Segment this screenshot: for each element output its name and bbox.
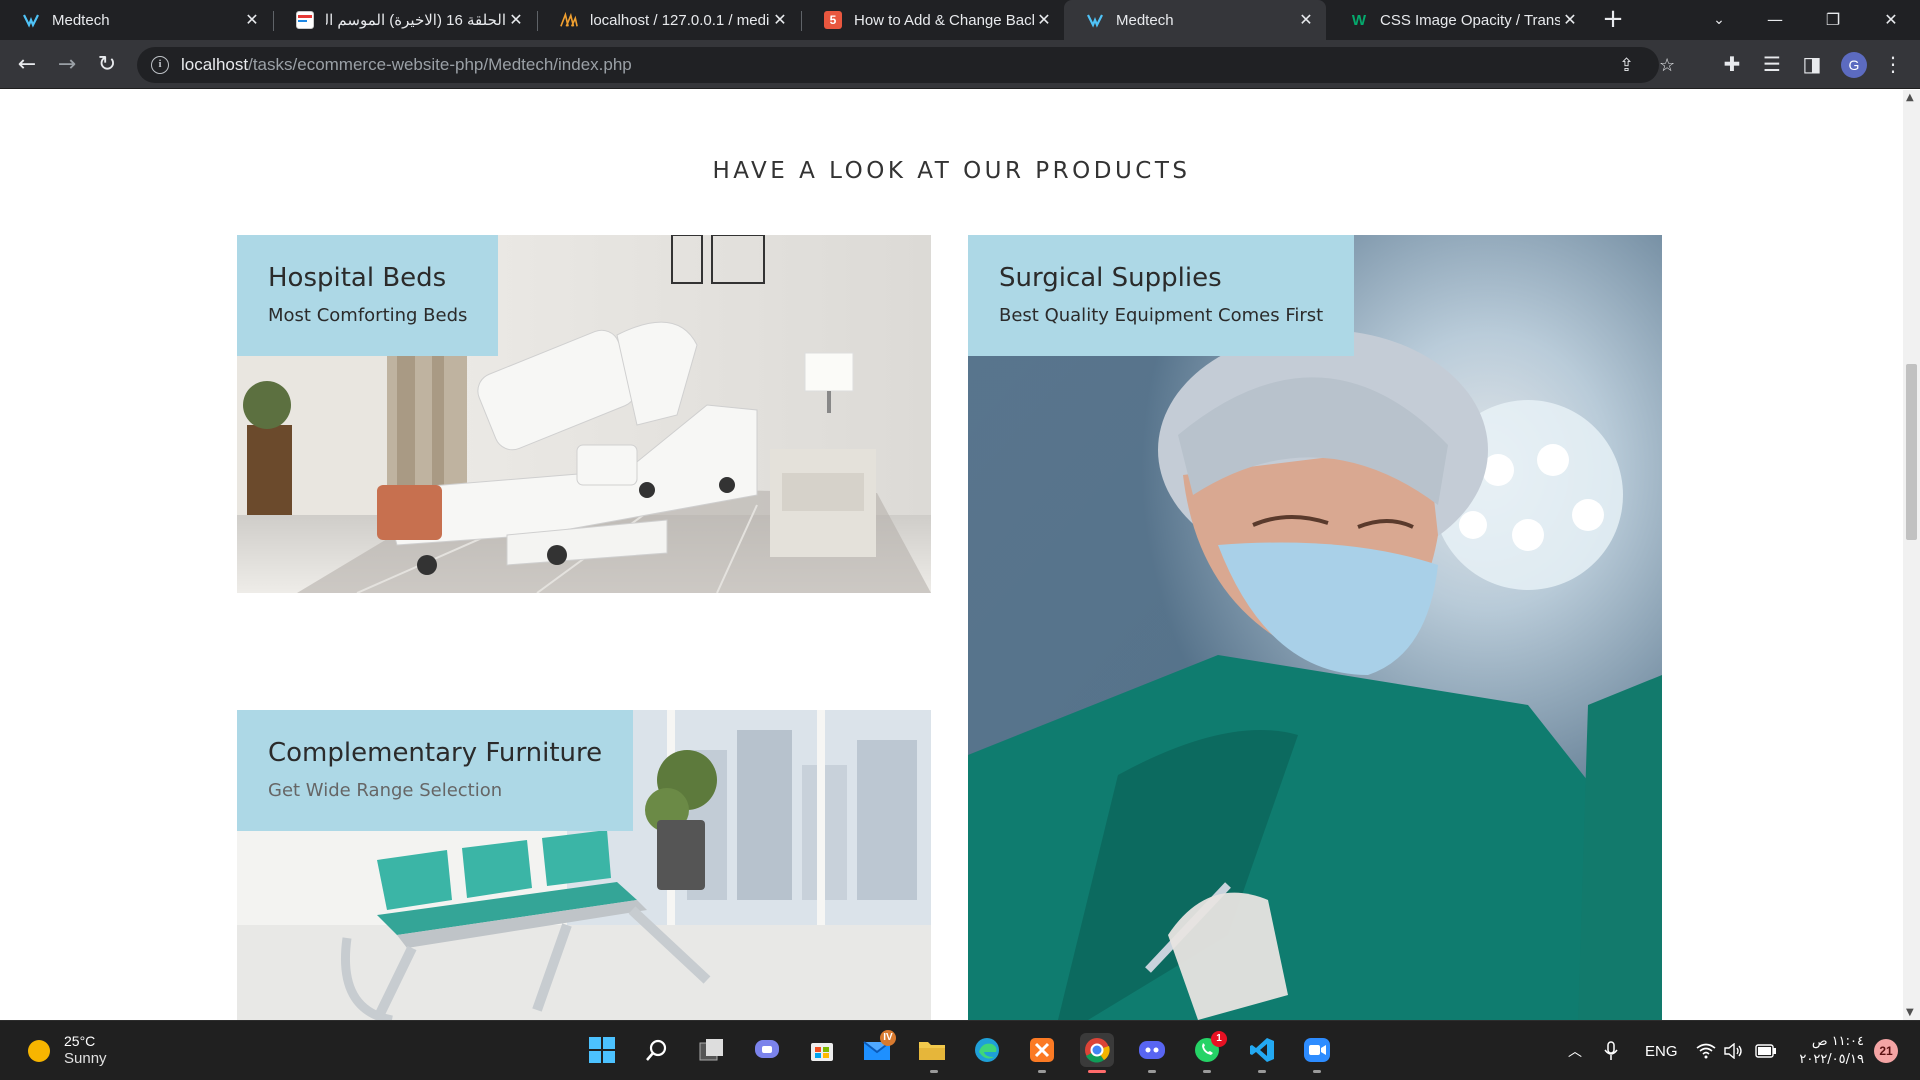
close-tab-icon[interactable]: ✕ xyxy=(506,10,526,30)
tab-medtech-active[interactable]: Medtech ✕ xyxy=(1064,0,1326,40)
battery-icon[interactable] xyxy=(1755,1021,1777,1080)
chrome-icon[interactable] xyxy=(1080,1033,1114,1067)
weather-widget[interactable]: 25°C Sunny xyxy=(28,1033,107,1068)
running-indicator xyxy=(1313,1070,1321,1073)
minimize-button[interactable]: — xyxy=(1746,0,1804,40)
edge-browser-icon[interactable] xyxy=(970,1033,1004,1067)
new-tab-button[interactable]: + xyxy=(1597,4,1629,36)
close-tab-icon[interactable]: ✕ xyxy=(1560,10,1580,30)
tab-how-to[interactable]: 5 How to Add & Change Back ✕ xyxy=(802,0,1064,40)
running-indicator xyxy=(1038,1070,1046,1073)
medtech-icon xyxy=(22,11,40,29)
tab-video[interactable]: الحلقة 16 (الاخيرة) الموسم الثا ✕ xyxy=(274,0,536,40)
tab-phpmyadmin[interactable]: localhost / 127.0.0.1 / medi ✕ xyxy=(538,0,800,40)
active-indicator xyxy=(1088,1070,1106,1073)
reload-button[interactable]: ↻ xyxy=(90,48,124,82)
tab-title: الحلقة 16 (الاخيرة) الموسم الثا xyxy=(326,12,506,29)
wifi-icon[interactable] xyxy=(1696,1021,1716,1080)
search-icon[interactable] xyxy=(640,1033,674,1067)
tab-title: CSS Image Opacity / Transp xyxy=(1380,11,1560,29)
video-site-icon xyxy=(296,11,314,29)
tab-w3schools[interactable]: W CSS Image Opacity / Transp ✕ xyxy=(1328,0,1590,40)
vscode-icon[interactable] xyxy=(1245,1033,1279,1067)
tab-search-chevron-icon[interactable]: ⌄ xyxy=(1690,0,1748,40)
tab-title: localhost / 127.0.0.1 / medi xyxy=(590,11,770,29)
product-title: Surgical Supplies xyxy=(999,263,1222,293)
restore-button[interactable]: ❐ xyxy=(1804,0,1862,40)
microsoft-store-icon[interactable] xyxy=(805,1033,839,1067)
bookmark-star-icon[interactable]: ☆ xyxy=(1659,55,1675,76)
whatsapp-badge: 1 xyxy=(1211,1031,1227,1047)
product-subtitle: Best Quality Equipment Comes First xyxy=(999,305,1324,326)
clock-time: ١١:٠٤ ص xyxy=(1811,1034,1864,1049)
product-card-hospital-beds[interactable]: Hospital Beds Most Comforting Beds xyxy=(237,235,931,593)
language-indicator[interactable]: ENG xyxy=(1645,1021,1678,1080)
chevron-up-icon[interactable]: ︿ xyxy=(1568,1021,1582,1080)
close-tab-icon[interactable]: ✕ xyxy=(1296,10,1316,30)
product-label-box: Hospital Beds Most Comforting Beds xyxy=(237,235,499,356)
product-card-complementary-furniture[interactable]: Complementary Furniture Get Wide Range S… xyxy=(237,710,931,1020)
system-clock[interactable]: ١١:٠٤ ص ٢٠٢٢/٠٥/١٩ xyxy=(1790,1033,1864,1069)
scroll-up-arrow-icon[interactable]: ▲ xyxy=(1906,92,1914,103)
weather-condition: Sunny xyxy=(64,1050,107,1067)
site-info-icon[interactable]: i xyxy=(151,56,169,74)
scroll-down-arrow-icon[interactable]: ▼ xyxy=(1906,1007,1914,1018)
close-tab-icon[interactable]: ✕ xyxy=(242,10,262,30)
close-window-button[interactable]: ✕ xyxy=(1862,0,1920,40)
notification-count-badge[interactable]: 21 xyxy=(1874,1039,1898,1063)
xampp-icon[interactable] xyxy=(1025,1033,1059,1067)
discord-icon[interactable] xyxy=(1135,1033,1169,1067)
media-queue-icon[interactable]: ☰ xyxy=(1759,52,1785,76)
running-indicator xyxy=(1203,1070,1211,1073)
phpmyadmin-icon xyxy=(560,11,578,29)
scrollbar-thumb[interactable] xyxy=(1906,364,1917,540)
start-windows-icon[interactable] xyxy=(585,1033,619,1067)
w3schools-icon: W xyxy=(1351,11,1367,29)
extensions-puzzle-icon[interactable]: ✚ xyxy=(1719,52,1745,76)
tab-title: How to Add & Change Back xyxy=(854,11,1034,29)
teams-chat-icon[interactable] xyxy=(750,1033,784,1067)
product-title: Hospital Beds xyxy=(268,263,447,293)
more-menu-icon[interactable]: ⋮ xyxy=(1880,52,1906,76)
product-label-box: Complementary Furniture Get Wide Range S… xyxy=(237,710,634,831)
forward-button[interactable]: → xyxy=(50,48,84,82)
tab-medtech-1[interactable]: Medtech ✕ xyxy=(0,0,272,40)
page-scrollbar[interactable]: ▲ ▼ xyxy=(1903,90,1920,1020)
side-panel-icon[interactable]: ◨ xyxy=(1799,52,1825,76)
microphone-icon[interactable] xyxy=(1604,1021,1618,1080)
sun-icon xyxy=(28,1039,50,1062)
product-card-surgical-supplies[interactable]: Surgical Supplies Best Quality Equipment… xyxy=(968,235,1662,1020)
address-bar[interactable]: i localhost/tasks/ecommerce-website-php/… xyxy=(137,47,1675,83)
product-title: Complementary Furniture xyxy=(268,738,603,768)
mail-badge: IV xyxy=(880,1030,896,1046)
windows-taskbar: 25°C Sunny IV 1 ︿ ENG ١١:٠٤ ص ٢٠٢٢/٠٥/١٩… xyxy=(0,1020,1920,1080)
section-title: HAVE A LOOK AT OUR PRODUCTS xyxy=(712,158,1191,184)
running-indicator xyxy=(1258,1070,1266,1073)
running-indicator xyxy=(930,1070,938,1073)
medtech-icon xyxy=(1086,11,1104,29)
running-indicator xyxy=(1148,1070,1156,1073)
browser-tab-strip: Medtech ✕ الحلقة 16 (الاخيرة) الموسم الث… xyxy=(0,0,1920,40)
product-subtitle: Get Wide Range Selection xyxy=(268,780,503,801)
html-icon: 5 xyxy=(824,11,842,29)
clock-date: ٢٠٢٢/٠٥/١٩ xyxy=(1799,1052,1864,1067)
tab-title: Medtech xyxy=(1116,11,1174,29)
profile-avatar[interactable]: G xyxy=(1841,52,1867,78)
file-explorer-icon[interactable] xyxy=(915,1033,949,1067)
page-viewport: HAVE A LOOK AT OUR PRODUCTS Hospital Bed… xyxy=(0,90,1920,1020)
task-view-icon[interactable] xyxy=(695,1033,729,1067)
volume-icon[interactable] xyxy=(1724,1021,1744,1080)
address-url: localhost/tasks/ecommerce-website-php/Me… xyxy=(181,55,632,74)
zoom-icon[interactable] xyxy=(1300,1033,1334,1067)
share-icon[interactable]: ⇪ xyxy=(1619,55,1634,76)
close-tab-icon[interactable]: ✕ xyxy=(770,10,790,30)
tab-title: Medtech xyxy=(52,11,110,29)
close-tab-icon[interactable]: ✕ xyxy=(1034,10,1054,30)
back-button[interactable]: ← xyxy=(10,48,44,82)
weather-temperature: 25°C xyxy=(64,1033,96,1049)
product-subtitle: Most Comforting Beds xyxy=(268,305,468,326)
product-label-box: Surgical Supplies Best Quality Equipment… xyxy=(968,235,1355,356)
browser-toolbar: ← → ↻ i localhost/tasks/ecommerce-websit… xyxy=(0,40,1920,89)
